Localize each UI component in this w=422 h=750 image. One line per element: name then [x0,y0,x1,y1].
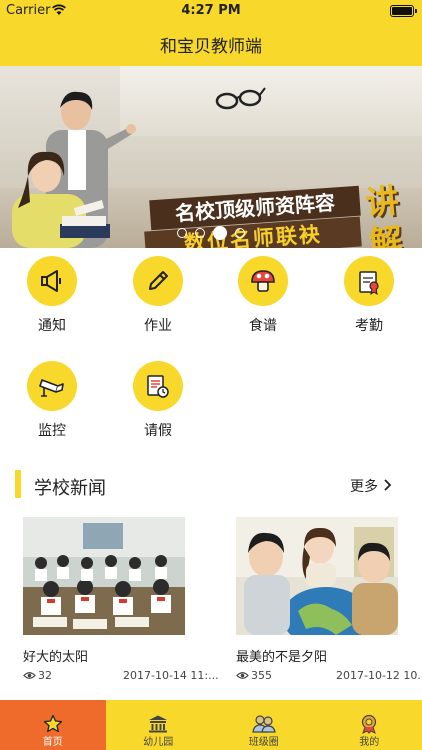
news-meta: 32 2017-10-14 11:... [23,669,219,683]
page-title: 和宝贝教师端 [160,37,262,57]
carousel-dot-active[interactable] [213,226,227,240]
tab-label: 班级圈 [248,737,279,748]
grid-item-label: 作业 [144,318,172,334]
leave-form-icon [133,361,183,411]
certificate-icon [344,256,394,306]
tab-home[interactable]: 首页 [0,700,106,750]
banner-carousel[interactable]: 名校顶级师资阵容 数位名师联袂 讲解 [0,66,422,248]
glasses-icon [215,87,266,110]
carousel-dot[interactable] [235,228,245,238]
tab-label: 我的 [359,737,380,748]
tab-label: 首页 [42,737,63,748]
grid-item-homework[interactable]: 作业 [118,256,198,335]
banner-whiteboard [120,66,422,136]
grid-item-attendance[interactable]: 考勤 [329,256,409,335]
grid-item-leave[interactable]: 请假 [118,361,198,440]
eye-icon [23,672,36,679]
grid-item-label: 请假 [144,423,172,439]
grid-item-monitor[interactable]: 监控 [12,361,92,440]
grid-item-label: 考勤 [355,318,383,334]
section-accent-bar [15,470,21,498]
battery-icon [390,5,417,17]
badge-icon [362,714,377,734]
news-card[interactable]: 最美的不是夕阳 355 2017-10-12 10... [236,517,422,683]
grid-item-label: 通知 [38,318,66,334]
eye-icon [236,672,249,679]
tab-class-circle[interactable]: 班级圈 [211,700,317,750]
tab-mine[interactable]: 我的 [317,700,422,750]
news-thumbnail [23,517,185,635]
mushroom-icon [238,256,288,306]
carousel-dots [0,226,422,240]
building-icon [149,715,168,733]
carousel-dot[interactable] [195,228,205,238]
people-icon [252,715,276,733]
megaphone-icon [27,256,77,306]
top-bar: Carrier 4:27 PM 和宝贝教师端 [0,0,422,66]
news-meta: 355 2017-10-12 10... [236,669,422,683]
news-thumbnail [236,517,398,635]
tab-bar: 首页 幼儿园 班级圈 我的 [0,700,422,750]
news-title: 好大的太阳 [23,650,89,665]
more-link[interactable]: 更多 [350,476,378,496]
camera-icon [27,361,77,411]
status-bar: Carrier 4:27 PM [0,0,422,22]
news-date: 2017-10-12 10... [336,669,422,682]
news-card[interactable]: 好大的太阳 32 2017-10-14 11:... [23,517,219,683]
tab-kindergarten[interactable]: 幼儿园 [106,700,212,750]
tab-label: 幼儿园 [143,737,174,748]
section-title: 学校新闻 [34,478,106,499]
pencil-icon [133,256,183,306]
chevron-right-icon[interactable] [383,478,393,492]
news-date: 2017-10-14 11:... [123,669,219,682]
grid-item-label: 食谱 [249,318,277,334]
clock: 4:27 PM [181,3,241,18]
star-icon [43,714,62,733]
view-count: 355 [251,669,272,682]
news-title: 最美的不是夕阳 [236,650,328,665]
view-count: 32 [38,669,52,682]
grid-item-label: 监控 [38,423,66,439]
carousel-dot[interactable] [177,228,187,238]
grid-item-recipe[interactable]: 食谱 [223,256,303,335]
grid-item-notice[interactable]: 通知 [12,256,92,335]
